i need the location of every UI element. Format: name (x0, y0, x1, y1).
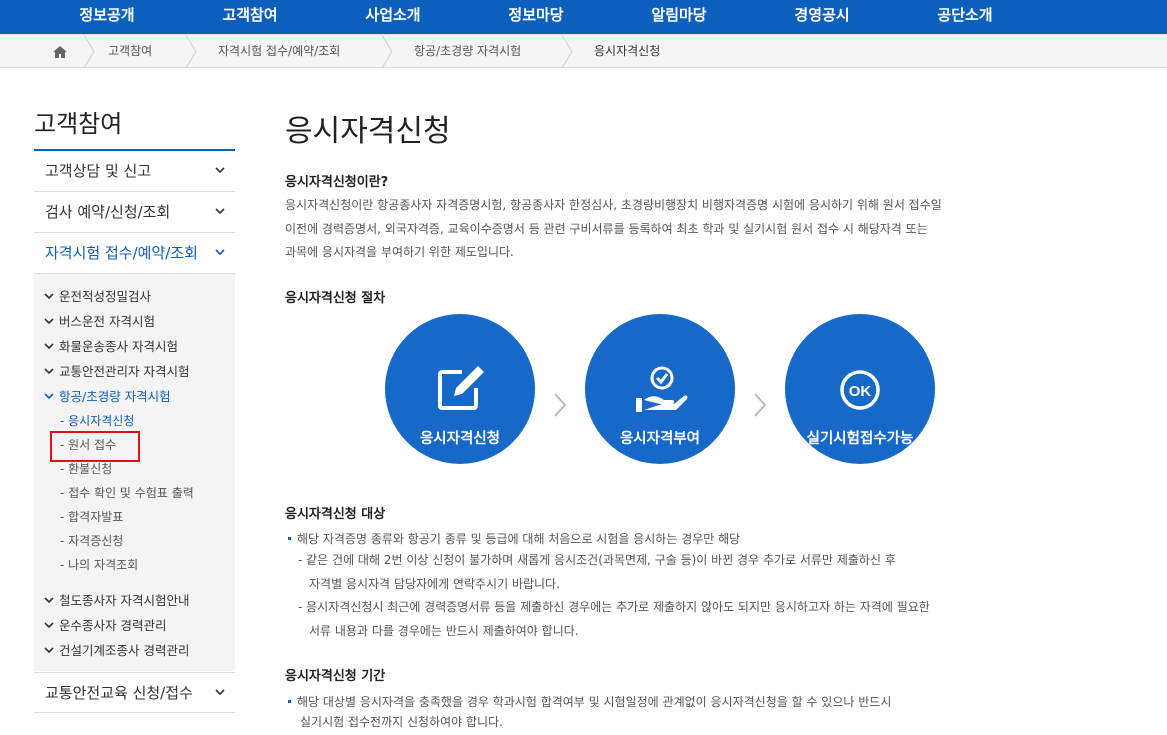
sidebar-menu-exam[interactable]: 자격시험 접수/예약/조회 (34, 233, 235, 274)
nav-item-info-disclosure[interactable]: 정보공개 (62, 0, 152, 34)
sidebar-menu-consult[interactable]: 고객상담 및 신고 (34, 151, 235, 192)
section-description: 응시자격신청이란 항공종사자 자격증명시험, 항공종사자 한정심사, 초경량비행… (285, 194, 1015, 265)
top-navigation: 정보공개 고객참여 사업소개 정보마당 알림마당 경영공시 공단소개 (0, 0, 1167, 34)
nav-item-business[interactable]: 사업소개 (348, 0, 438, 34)
chevron-right-icon (561, 35, 573, 68)
nav-item-notice[interactable]: 알림마당 (634, 0, 724, 34)
sidebar-menu-education[interactable]: 교통안전교육 신청/접수 (34, 672, 235, 713)
chevron-down-icon (44, 647, 54, 654)
submenu-construction[interactable]: 건설기계조종사 경력관리 (44, 640, 189, 659)
step-circle-grant: 응시자격부여 (585, 314, 735, 464)
chevron-right-icon (554, 393, 567, 417)
breadcrumb-exam[interactable]: 자격시험 접수/예약/조회 (218, 35, 340, 68)
nav-item-customer[interactable]: 고객참여 (205, 0, 295, 34)
breadcrumb-aviation[interactable]: 항공/초경량 자격시험 (414, 35, 521, 68)
chevron-down-icon (44, 343, 54, 350)
sidebar-menu-label: 자격시험 접수/예약/조회 (45, 244, 198, 262)
chevron-down-icon (44, 393, 54, 400)
sidebar-menu-label: 교통안전교육 신청/접수 (45, 684, 193, 702)
chevron-right-icon (381, 35, 393, 68)
sidebar-menu-label: 고객상담 및 신고 (45, 162, 152, 180)
section-heading-period: 응시자격신청 기간 (285, 669, 386, 684)
chevron-right-icon (185, 35, 197, 68)
chevron-right-icon (754, 393, 767, 417)
description-line: 이전에 경력증명서, 외국자격증, 교육이수증명서 등 관련 구비서류를 등록하… (285, 221, 928, 236)
highlight-box (50, 431, 140, 462)
hand-check-icon (636, 366, 688, 412)
target-bullet: 해당 자격증명 종류와 항공기 종류 및 등급에 대해 처음으로 시험을 응시하… (288, 530, 740, 547)
submenu-bus[interactable]: 버스운전 자격시험 (44, 311, 155, 330)
chevron-down-icon (215, 167, 225, 174)
submenu-railway[interactable]: 철도종사자 자격시험안내 (44, 590, 189, 609)
svg-text:OK: OK (849, 383, 872, 400)
ok-icon: OK (840, 370, 880, 410)
sidebar-menu-inspection[interactable]: 검사 예약/신청/조회 (34, 192, 235, 233)
nav-item-info-plaza[interactable]: 정보마당 (491, 0, 581, 34)
period-bullet: 해당 대상별 응시자격을 충족했을 경우 학과시험 합격여부 및 시험일정에 관… (288, 693, 891, 710)
bullet-dot (288, 700, 291, 703)
breadcrumb-customer[interactable]: 고객참여 (108, 35, 152, 68)
sidebar-menu-label: 검사 예약/신청/조회 (45, 203, 171, 221)
submenu-confirm-print[interactable]: - 접수 확인 및 수험표 출력 (60, 484, 194, 501)
step-label: 응시자격신청 (419, 431, 501, 447)
chevron-down-icon (215, 249, 225, 256)
breadcrumb-current: 응시자격신청 (594, 44, 661, 58)
chevron-down-icon (44, 622, 54, 629)
chevron-down-icon (44, 368, 54, 375)
submenu-qualification-apply[interactable]: - 응시자격신청 (60, 412, 134, 429)
submenu-aptitude[interactable]: 운전적성정밀검사 (44, 286, 151, 305)
description-line: 응시자격신청이란 항공종사자 자격증명시험, 항공종사자 한정심사, 초경량비행… (285, 198, 942, 212)
sidebar-title: 고객참여 (34, 110, 123, 138)
submenu-safety-manager[interactable]: 교통안전관리자 자격시험 (44, 361, 189, 380)
step-label: 실기시험접수가능 (806, 431, 914, 447)
home-icon[interactable] (50, 43, 70, 61)
chevron-down-icon (44, 597, 54, 604)
target-note-1: - 같은 건에 대해 2번 이상 신청이 불가하며 새롭게 응시조건(과목면제,… (298, 553, 896, 591)
step-circle-apply: 응시자격신청 (385, 314, 535, 464)
chevron-right-icon (83, 35, 95, 68)
section-heading-procedure: 응시자격신청 절차 (285, 291, 386, 306)
section-heading-target: 응시자격신청 대상 (285, 507, 386, 522)
submenu-pass-announce[interactable]: - 합격자발표 (60, 508, 123, 525)
submenu-refund[interactable]: - 환불신청 (60, 460, 112, 477)
nav-item-about[interactable]: 공단소개 (920, 0, 1010, 34)
description-line: 과목에 응시자격을 부여하기 위한 제도입니다. (285, 245, 514, 259)
chevron-down-icon (215, 689, 225, 696)
bullet-dot (288, 537, 291, 540)
submenu-transport-worker[interactable]: 운수종사자 경력관리 (44, 615, 166, 634)
step-circle-practical: OK 실기시험접수가능 (785, 314, 935, 464)
submenu-aviation[interactable]: 항공/초경량 자격시험 (44, 386, 171, 405)
target-note-2: - 응시자격신청시 최근에 경력증명서류 등을 제출하신 경우에는 추가로 제출… (298, 600, 930, 638)
submenu-license-apply[interactable]: - 자격증신청 (60, 532, 123, 549)
chevron-down-icon (44, 293, 54, 300)
submenu-my-qualification[interactable]: - 나의 자격조회 (60, 556, 138, 573)
page-title: 응시자격신청 (285, 114, 451, 149)
edit-icon (438, 366, 484, 410)
breadcrumb: 고객참여 자격시험 접수/예약/조회 항공/초경량 자격시험 응시자격신청 (0, 34, 1167, 68)
submenu-cargo[interactable]: 화물운송종사 자격시험 (44, 336, 178, 355)
chevron-down-icon (44, 318, 54, 325)
step-label: 응시자격부여 (619, 431, 701, 447)
chevron-down-icon (215, 208, 225, 215)
nav-item-management[interactable]: 경영공시 (777, 0, 867, 34)
section-heading-what: 응시자격신청이란? (285, 175, 389, 190)
period-continuation: 실기시험 접수전까지 신청하여야 합니다. (300, 715, 503, 729)
